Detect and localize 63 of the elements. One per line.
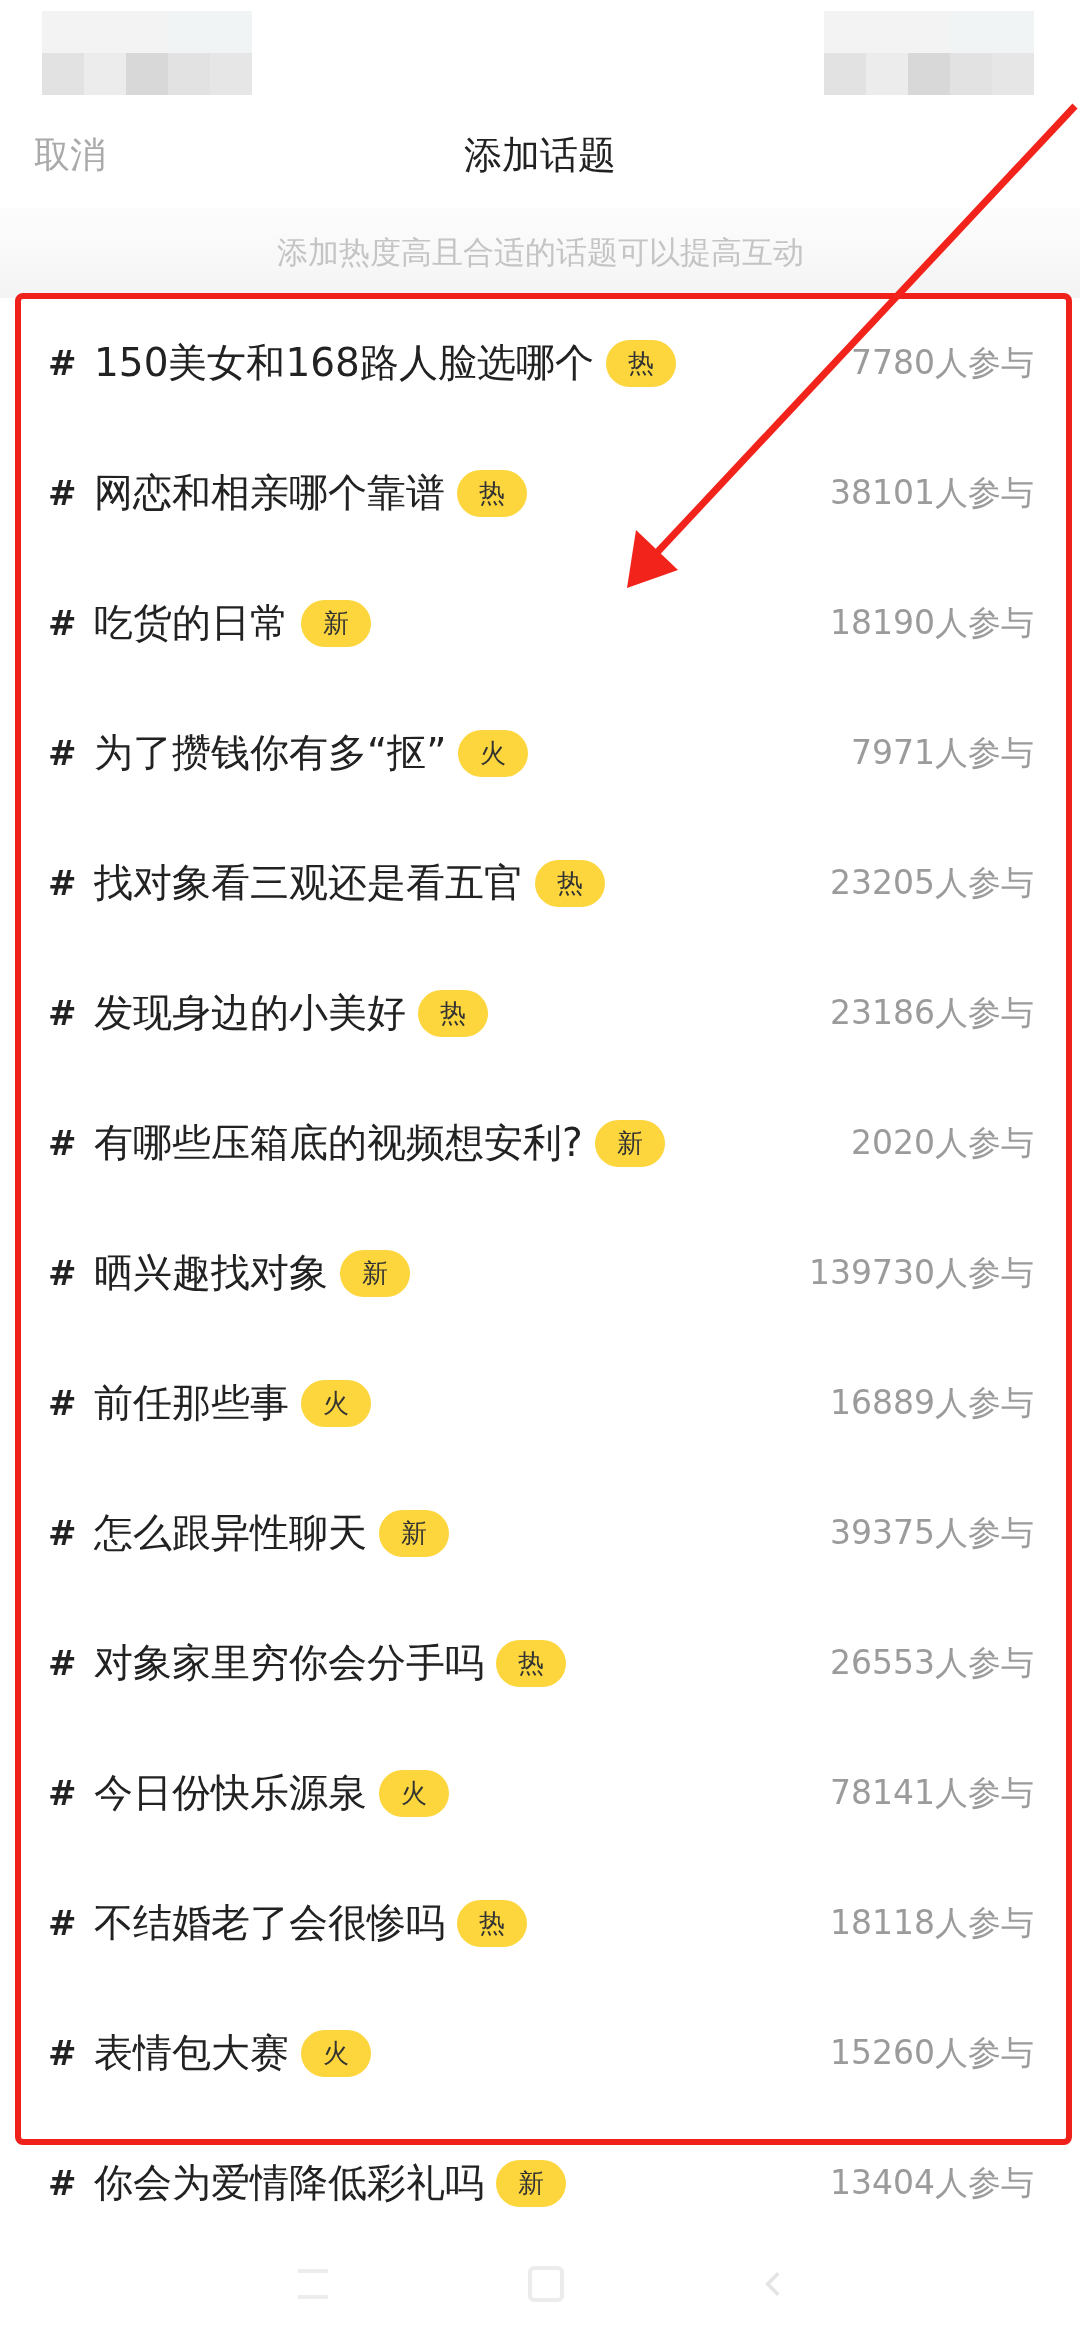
participant-count: 18190人参与 <box>830 601 1034 644</box>
topic-title: 晒兴趣找对象 <box>94 1249 328 1297</box>
participant-count: 7780人参与 <box>851 341 1034 384</box>
topic-title: 为了攒钱你有多“抠” <box>94 729 447 777</box>
topic-title: 怎么跟异性聊天 <box>94 1509 367 1557</box>
topic-badge: 热 <box>605 339 676 387</box>
topic-badge: 火 <box>301 2029 371 2077</box>
page-title: 添加话题 <box>464 132 616 179</box>
back-icon[interactable] <box>764 2270 782 2298</box>
hash-icon: # <box>48 993 94 1033</box>
topic-badge: 热 <box>457 1899 527 1947</box>
hash-icon: # <box>48 343 94 383</box>
participant-count: 139730人参与 <box>809 1251 1034 1294</box>
topic-title: 有哪些压箱底的视频想安利? <box>94 1119 583 1167</box>
participant-count: 23186人参与 <box>830 991 1034 1034</box>
participant-count: 26553人参与 <box>830 1641 1034 1684</box>
topic-title: 150美女和168路人脸选哪个 <box>94 339 594 387</box>
participant-count: 23205人参与 <box>830 861 1034 904</box>
topic-badge: 新 <box>340 1249 410 1297</box>
topic-title: 今日份快乐源泉 <box>94 1769 367 1817</box>
hash-icon: # <box>48 1773 94 1813</box>
topic-badge: 热 <box>418 989 488 1037</box>
hash-icon: # <box>48 603 94 643</box>
topic-badge: 火 <box>379 1769 449 1817</box>
topic-badge: 新 <box>379 1509 449 1557</box>
participant-count: 78141人参与 <box>830 1771 1034 1814</box>
topic-title: 吃货的日常 <box>94 599 289 647</box>
hash-icon: # <box>48 473 94 513</box>
topic-title: 不结婚老了会很惨吗 <box>94 1899 445 1947</box>
topic-badge: 热 <box>535 859 605 907</box>
participant-count: 16889人参与 <box>830 1381 1034 1424</box>
hash-icon: # <box>48 1643 94 1683</box>
participant-count: 39375人参与 <box>830 1511 1034 1554</box>
hash-icon: # <box>48 1903 94 1943</box>
hash-icon: # <box>48 733 94 773</box>
topic-title: 前任那些事 <box>94 1379 289 1427</box>
hash-icon: # <box>48 2033 94 2073</box>
topic-title: 找对象看三观还是看五官 <box>94 859 523 907</box>
participant-count: 15260人参与 <box>830 2031 1034 2074</box>
topic-title: 对象家里穷你会分手吗 <box>94 1639 484 1687</box>
participant-count: 2020人参与 <box>851 1121 1034 1164</box>
topic-badge: 热 <box>457 469 527 517</box>
hash-icon: # <box>48 1253 94 1293</box>
topic-badge: 新 <box>496 2159 566 2207</box>
participant-count: 18118人参与 <box>830 1901 1034 1944</box>
topic-title: 你会为爱情降低彩礼吗 <box>94 2159 484 2207</box>
participant-count: 38101人参与 <box>830 471 1034 514</box>
hash-icon: # <box>48 863 94 903</box>
participant-count: 13404人参与 <box>830 2161 1034 2204</box>
topic-title: 表情包大赛 <box>94 2029 289 2077</box>
participant-count: 7971人参与 <box>851 731 1034 774</box>
cancel-button[interactable]: 取消 <box>34 131 106 180</box>
topic-badge: 新 <box>594 1119 665 1167</box>
topic-badge: 新 <box>301 599 371 647</box>
topic-badge: 火 <box>301 1379 371 1427</box>
hash-icon: # <box>48 1123 94 1163</box>
hash-icon: # <box>48 1383 94 1423</box>
hash-icon: # <box>48 1513 94 1553</box>
topic-title: 发现身边的小美好 <box>94 989 406 1037</box>
hash-icon: # <box>48 2163 94 2203</box>
topic-badge: 热 <box>496 1639 566 1687</box>
topic-title: 网恋和相亲哪个靠谱 <box>94 469 445 517</box>
topic-badge: 火 <box>458 729 529 777</box>
